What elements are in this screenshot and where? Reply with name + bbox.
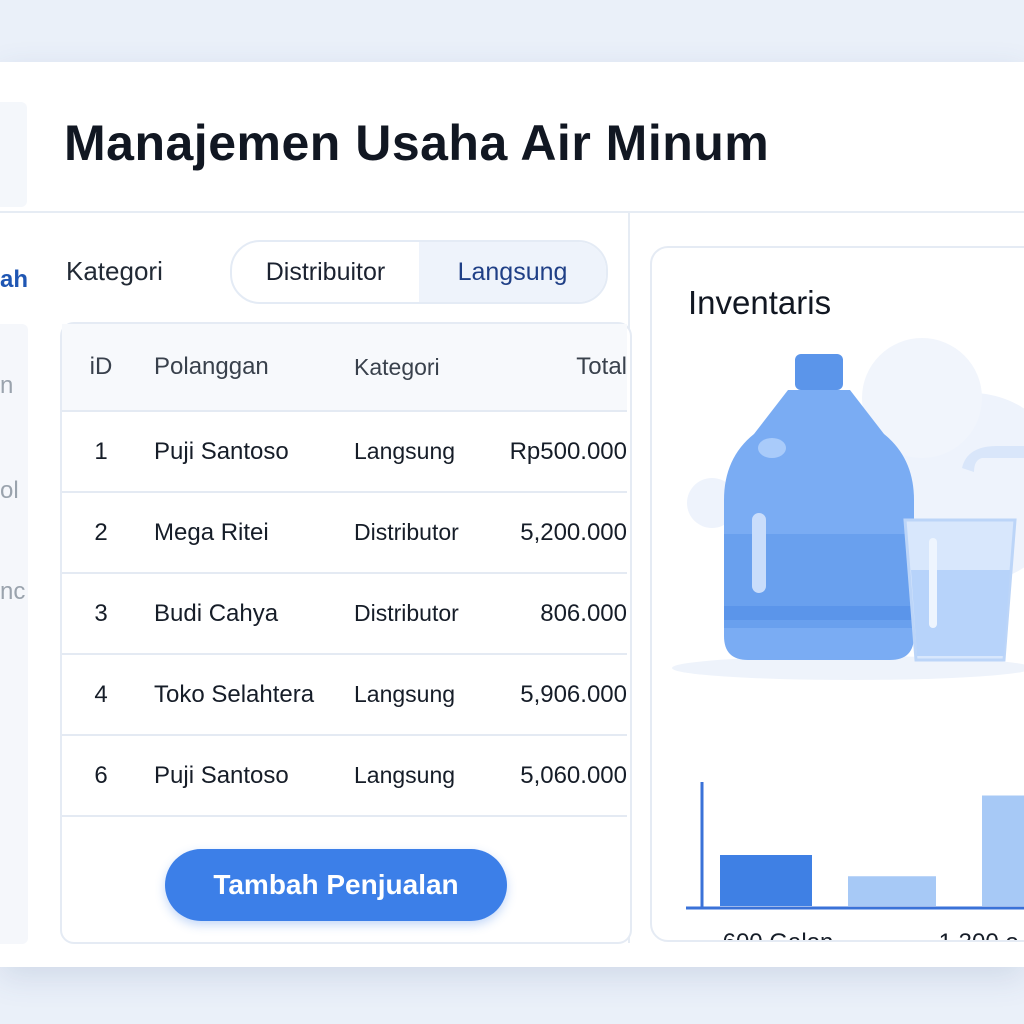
inventory-chart: 600 Galon 1.300 o.: [686, 782, 1024, 940]
table-row[interactable]: 6 Puji Santoso Langsung 5,060.000: [62, 735, 627, 816]
cell-id: 4: [94, 680, 108, 708]
column-header-total[interactable]: Total: [491, 324, 627, 411]
page-title: Manajemen Usaha Air Minum: [64, 115, 770, 171]
table-header-row: iD Polanggan Kategori Total: [62, 324, 627, 411]
inventory-title: Inventaris: [688, 284, 832, 321]
cell-category: Langsung: [354, 681, 456, 707]
sidebar: ah n ol nc: [0, 102, 28, 944]
category-toggle: Distribuitor Langsung: [230, 240, 608, 304]
sales-table: iD Polanggan Kategori Total 1 Puji Santo…: [62, 324, 627, 817]
cell-id: 2: [94, 518, 108, 546]
chart-bar: [720, 855, 812, 906]
cell-customer: Budi Cahya: [154, 599, 279, 627]
toggle-option-langsung[interactable]: Langsung: [419, 242, 606, 302]
cell-total: 5,906.000: [520, 680, 627, 708]
cell-customer: Puji Santoso: [154, 761, 289, 789]
cell-customer: Mega Ritei: [154, 518, 269, 546]
column-header-customer[interactable]: Polanggan: [140, 324, 353, 411]
cell-category: Langsung: [354, 438, 456, 464]
cell-id: 3: [94, 599, 108, 627]
table-row[interactable]: 2 Mega Ritei Distributor 5,200.000: [62, 492, 627, 573]
category-filter-label: Kategori: [66, 256, 163, 286]
cell-category: Distributor: [354, 600, 459, 626]
sidebar-item-active[interactable]: ah: [0, 266, 28, 294]
cell-customer: Puji Santoso: [154, 437, 289, 465]
sales-table-card: iD Polanggan Kategori Total 1 Puji Santo…: [60, 322, 632, 944]
app-window: ah n ol nc Manajemen Usaha Air Minum Kat…: [0, 62, 1024, 967]
table-row[interactable]: 3 Budi Cahya Distributor 806.000: [62, 573, 627, 654]
cell-total: 5,060.000: [520, 761, 627, 789]
header-divider: [0, 211, 1024, 213]
sidebar-item[interactable]: ol: [0, 477, 19, 505]
toggle-option-distributor[interactable]: Distribuitor: [232, 242, 419, 302]
cell-category: Distributor: [354, 519, 459, 545]
water-glass-icon: [903, 518, 1017, 662]
add-sale-button[interactable]: Tambah Penjualan: [165, 849, 507, 921]
cell-total: 806.000: [540, 599, 627, 627]
tick-label: 1.300 o.: [939, 929, 1024, 940]
sidebar-item[interactable]: nc: [0, 578, 25, 606]
column-header-id[interactable]: iD: [62, 324, 140, 411]
cell-id: 1: [94, 437, 108, 465]
cell-category: Langsung: [354, 762, 456, 788]
cell-total: Rp500.000: [509, 437, 627, 465]
sidebar-item[interactable]: n: [0, 372, 13, 400]
inventory-card: Inventaris: [650, 246, 1024, 942]
cell-customer: Toko Selahtera: [154, 680, 315, 708]
table-row[interactable]: 1 Puji Santoso Langsung Rp500.000: [62, 411, 627, 492]
tick-label: 600 Galon: [723, 929, 834, 940]
sidebar-nav-panel: [0, 324, 28, 944]
column-header-category[interactable]: Kategori: [353, 324, 491, 411]
table-row[interactable]: 4 Toko Selahtera Langsung 5,906.000: [62, 654, 627, 735]
inventory-illustration: [672, 338, 1024, 680]
cell-id: 6: [94, 761, 108, 789]
chart-bar: [848, 876, 936, 906]
cell-total: 5,200.000: [520, 518, 627, 546]
chart-bar: [982, 795, 1024, 906]
sidebar-header-panel: [0, 102, 27, 207]
